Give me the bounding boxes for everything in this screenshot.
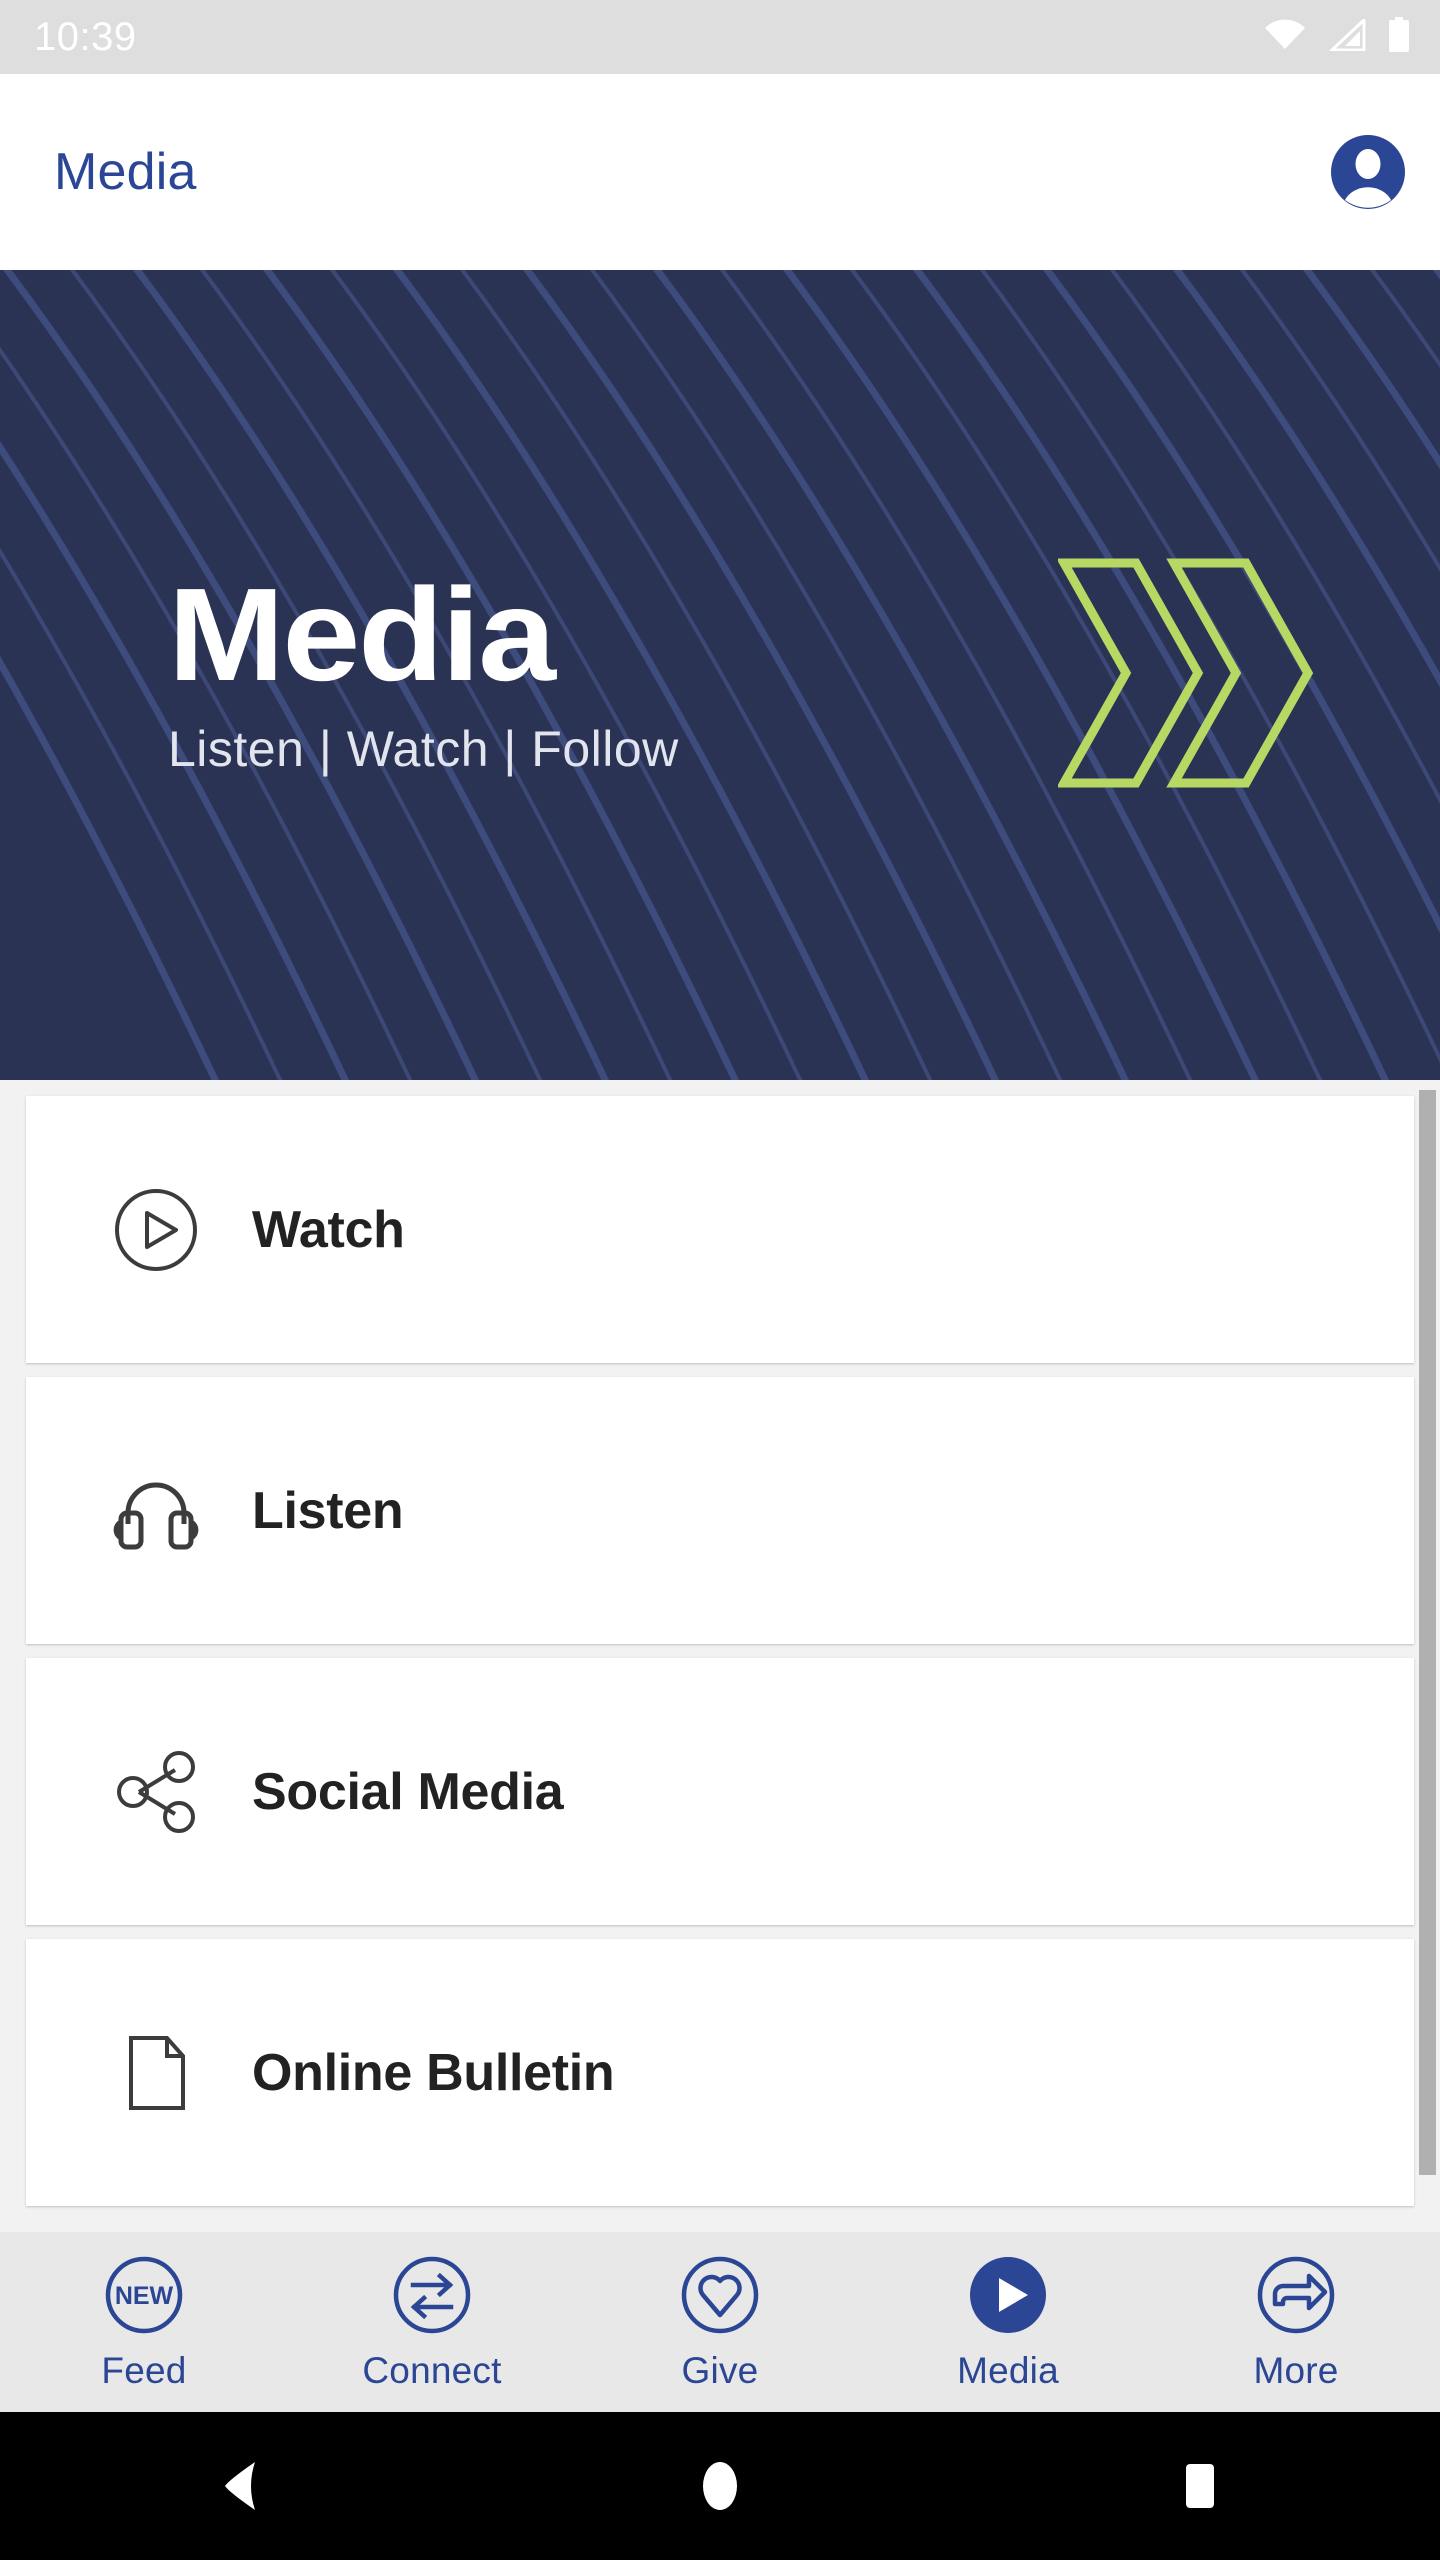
list-item-online-bulletin[interactable]: Online Bulletin (26, 1939, 1414, 2206)
battery-icon (1388, 16, 1410, 58)
svg-text:NEW: NEW (115, 2282, 174, 2310)
app-bar: Media (0, 74, 1440, 270)
nav-item-label: Feed (101, 2350, 187, 2391)
hero-banner: Media Listen | Watch | Follow (0, 270, 1440, 1080)
arrow-forward-circle-icon (1251, 2250, 1341, 2340)
nav-item-connect[interactable]: Connect (288, 2250, 576, 2392)
double-chevron-right-icon (1056, 557, 1320, 794)
nav-item-media[interactable]: Media (864, 2250, 1152, 2392)
new-badge-circle-icon: NEW (99, 2250, 189, 2340)
list-item-label: Social Media (252, 1762, 564, 1821)
list-item-social-media[interactable]: Social Media (26, 1658, 1414, 1925)
share-nodes-icon (112, 1748, 200, 1836)
two-way-arrows-circle-icon (387, 2250, 477, 2340)
document-page-icon (112, 2029, 200, 2117)
media-menu-list: Watch Listen Social Media Online Bulleti… (0, 1080, 1440, 2232)
status-bar-clock: 10:39 (34, 15, 137, 59)
list-item-listen[interactable]: Listen (26, 1377, 1414, 1644)
android-system-navigation (0, 2412, 1440, 2560)
nav-item-give[interactable]: Give (576, 2250, 864, 2392)
circle-icon (703, 2462, 737, 2510)
play-filled-circle-icon (963, 2250, 1053, 2340)
nav-item-feed[interactable]: NEW Feed (0, 2250, 288, 2392)
nav-item-label: Connect (362, 2350, 502, 2391)
play-circle-outline-icon (112, 1186, 200, 1274)
nav-item-label: Give (681, 2350, 759, 2391)
list-item-label: Watch (252, 1200, 405, 1259)
recents-button[interactable] (1120, 2412, 1280, 2560)
nav-item-more[interactable]: More (1152, 2250, 1440, 2392)
list-item-label: Listen (252, 1481, 404, 1540)
page-title: Media (54, 143, 197, 201)
back-button[interactable] (160, 2412, 320, 2560)
square-icon (1186, 2464, 1214, 2508)
headphones-icon (112, 1467, 200, 1555)
wifi-icon (1264, 19, 1306, 56)
heart-circle-icon (675, 2250, 765, 2340)
status-bar-icons (1264, 16, 1410, 58)
scrollbar-thumb[interactable] (1419, 1090, 1436, 2175)
account-circle-icon[interactable] (1330, 134, 1406, 210)
hero-title: Media (168, 560, 556, 708)
home-button[interactable] (640, 2412, 800, 2560)
list-item-watch[interactable]: Watch (26, 1096, 1414, 1363)
triangle-left-icon (225, 2462, 255, 2510)
nav-item-label: More (1253, 2350, 1339, 2391)
cellular-signal-icon (1328, 16, 1366, 56)
status-bar: 10:39 (0, 0, 1440, 74)
list-item-label: Online Bulletin (252, 2043, 615, 2102)
scrollbar[interactable] (1416, 1080, 1440, 2232)
nav-item-label: Media (957, 2350, 1059, 2391)
hero-subtitle: Listen | Watch | Follow (168, 721, 679, 778)
bottom-navigation-bar: NEW Feed Connect Give Media More (0, 2232, 1440, 2412)
